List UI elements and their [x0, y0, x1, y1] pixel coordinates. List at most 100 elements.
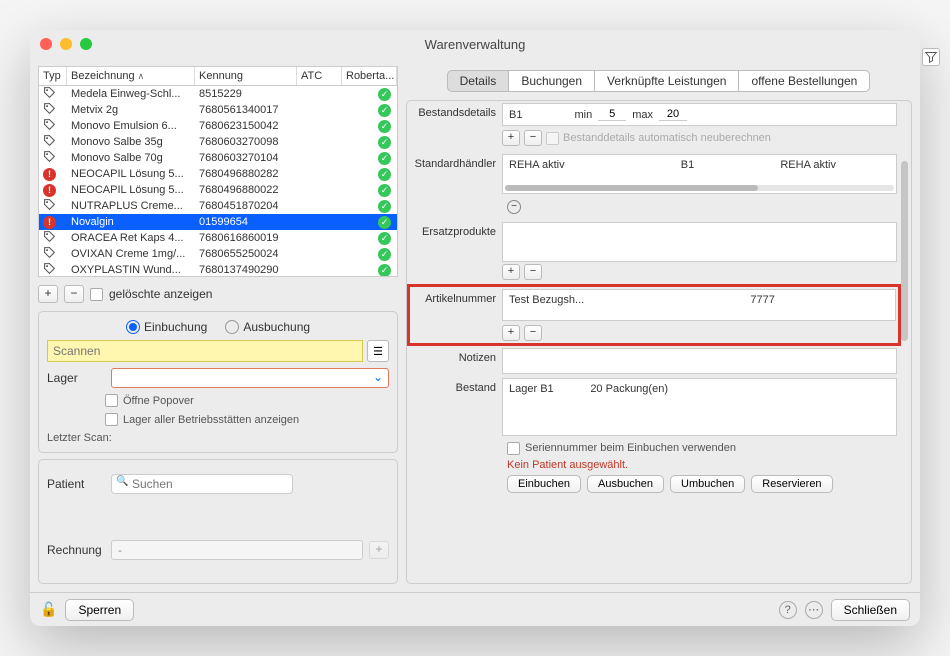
tag-icon — [43, 86, 57, 100]
remove-article-button[interactable]: − — [64, 285, 84, 303]
bestandsdetails-remove-button[interactable]: − — [524, 130, 542, 146]
rechnung-label: Rechnung — [47, 543, 105, 557]
close-button[interactable]: Schließen — [831, 599, 910, 621]
status-ok-icon: ✓ — [378, 120, 391, 133]
bestandsdetails-content: B1 min max — [502, 103, 897, 126]
scrollbar-thumb[interactable] — [901, 161, 908, 341]
col-typ[interactable]: Typ — [39, 67, 67, 85]
umbuchen-button[interactable]: Umbuchen — [670, 475, 745, 493]
tag-icon — [43, 134, 57, 148]
show-deleted-label: gelöschte anzeigen — [109, 287, 212, 301]
scan-input[interactable] — [47, 340, 363, 362]
auto-recalc-label: Bestanddetails automatisch neuberechnen — [563, 132, 771, 144]
ersatz-remove-button[interactable]: − — [524, 264, 542, 280]
warn-icon: ! — [43, 168, 56, 181]
help-icon[interactable]: ? — [779, 601, 797, 619]
ersatz-add-button[interactable]: + — [502, 264, 520, 280]
bestandsdetails-label: Bestandsdetails — [407, 101, 502, 128]
detail-tabs: Details Buchungen Verknüpfte Leistungen … — [406, 70, 912, 92]
status-ok-icon: ✓ — [378, 88, 391, 101]
serial-checkbox[interactable] — [507, 442, 520, 455]
ersatzprodukte-content[interactable] — [502, 222, 897, 262]
min-input[interactable] — [598, 108, 626, 121]
reservieren-button[interactable]: Reservieren — [751, 475, 832, 493]
add-rechnung-button: + — [369, 541, 389, 559]
tag-icon — [43, 262, 57, 276]
table-row[interactable]: !NEOCAPIL Lösung 5...7680496880022✓ — [39, 182, 397, 198]
add-article-button[interactable]: + — [38, 285, 58, 303]
status-ok-icon: ✓ — [378, 104, 391, 117]
table-row[interactable]: Monovo Salbe 70g7680603270104✓ — [39, 150, 397, 166]
radio-ausbuchung[interactable]: Ausbuchung — [225, 320, 310, 334]
col-kennung[interactable]: Kennung — [195, 67, 297, 85]
tag-icon — [43, 230, 57, 244]
footer-bar: 🔓 Sperren ? ⋯ Schließen — [30, 592, 920, 626]
open-popover-checkbox[interactable] — [105, 394, 118, 407]
standardhaendler-content[interactable]: REHA aktiv B1 REHA aktiv — [502, 154, 897, 194]
last-scan-label: Letzter Scan: — [47, 432, 112, 444]
artikelnummer-content[interactable]: Test Bezugsh... 7777 — [502, 289, 896, 321]
table-header: Typ Bezeichnung ∧ Kennung ATC Roberta... — [38, 66, 398, 85]
settings-icon[interactable]: ⋯ — [805, 601, 823, 619]
table-row[interactable]: !Novalgin01599654✓ — [39, 214, 397, 230]
tab-buchungen[interactable]: Buchungen — [508, 70, 595, 92]
patient-search-input[interactable] — [111, 474, 293, 494]
radio-einbuchung[interactable]: Einbuchung — [126, 320, 207, 334]
tag-icon — [43, 198, 57, 212]
col-bezeichnung[interactable]: Bezeichnung ∧ — [67, 67, 195, 85]
table-row[interactable]: OVIXAN Creme 1mg/...7680655250024✓ — [39, 246, 397, 262]
notizen-content[interactable] — [502, 348, 897, 374]
lager-select[interactable] — [111, 368, 389, 388]
artikelnummer-label: Artikelnummer — [410, 287, 502, 343]
col-atc[interactable]: ATC — [297, 67, 342, 85]
table-row[interactable]: Medela Einweg-Schl...8515229✓ — [39, 86, 397, 102]
main-body: Typ Bezeichnung ∧ Kennung ATC Roberta...… — [30, 58, 920, 592]
table-row[interactable]: Monovo Emulsion 6...7680623150042✓ — [39, 118, 397, 134]
einbuchen-button[interactable]: Einbuchen — [507, 475, 581, 493]
rechnung-select[interactable]: - — [111, 540, 363, 560]
titlebar: Warenverwaltung — [30, 30, 920, 58]
status-ok-icon: ✓ — [378, 152, 391, 165]
status-ok-icon: ✓ — [378, 200, 391, 213]
scan-list-button[interactable]: ☰ — [367, 340, 389, 362]
bestandsdetails-add-button[interactable]: + — [502, 130, 520, 146]
status-ok-icon: ✓ — [378, 248, 391, 261]
standardhaendler-label: Standardhändler — [407, 152, 502, 196]
table-row[interactable]: NUTRAPLUS Creme...7680451870204✓ — [39, 198, 397, 214]
status-ok-icon: ✓ — [378, 232, 391, 245]
tab-details[interactable]: Details — [447, 70, 510, 92]
no-patient-warning: Kein Patient ausgewählt. — [507, 459, 911, 471]
status-ok-icon: ✓ — [378, 136, 391, 149]
lager-label: Lager — [47, 371, 105, 385]
all-locations-label: Lager aller Betriebsstätten anzeigen — [123, 414, 299, 426]
table-row[interactable]: Metvix 2g7680561340017✓ — [39, 102, 397, 118]
ausbuchen-button[interactable]: Ausbuchen — [587, 475, 664, 493]
all-locations-checkbox[interactable] — [105, 413, 118, 426]
table-row[interactable]: ORACEA Ret Kaps 4...7680616860019✓ — [39, 230, 397, 246]
artnr-remove-button[interactable]: − — [524, 325, 542, 341]
status-ok-icon: ✓ — [378, 216, 391, 229]
table-row[interactable]: Monovo Salbe 35g7680603270098✓ — [39, 134, 397, 150]
table-body[interactable]: Medela Einweg-Schl...8515229✓Metvix 2g76… — [38, 85, 398, 277]
artnr-add-button[interactable]: + — [502, 325, 520, 341]
warn-icon: ! — [43, 184, 56, 197]
open-popover-label: Öffne Popover — [123, 395, 194, 407]
left-column: Typ Bezeichnung ∧ Kennung ATC Roberta...… — [38, 66, 398, 584]
tab-leistungen[interactable]: Verknüpfte Leistungen — [594, 70, 739, 92]
table-footer-row: + − gelöschte anzeigen — [38, 283, 398, 305]
booking-box: Einbuchung Ausbuchung ☰ Lager Öffne Popo… — [38, 311, 398, 453]
col-roberta[interactable]: Roberta... — [342, 67, 397, 85]
sperren-button[interactable]: Sperren — [65, 599, 134, 621]
bestand-content[interactable]: Lager B1 20 Packung(en) — [502, 378, 897, 436]
table-row[interactable]: OXYPLASTIN Wund...7680137490290✓ — [39, 262, 397, 277]
status-ok-icon: ✓ — [378, 184, 391, 197]
show-deleted-checkbox[interactable] — [90, 288, 103, 301]
lock-icon[interactable]: 🔓 — [40, 601, 57, 618]
booking-mode: Einbuchung Ausbuchung — [47, 320, 389, 334]
remove-haendler-icon[interactable]: − — [507, 200, 521, 214]
auto-recalc-checkbox[interactable] — [546, 132, 559, 145]
max-input[interactable] — [659, 108, 687, 121]
table-row[interactable]: !NEOCAPIL Lösung 5...7680496880282✓ — [39, 166, 397, 182]
status-ok-icon: ✓ — [378, 168, 391, 181]
tab-bestellungen[interactable]: offene Bestellungen — [738, 70, 870, 92]
